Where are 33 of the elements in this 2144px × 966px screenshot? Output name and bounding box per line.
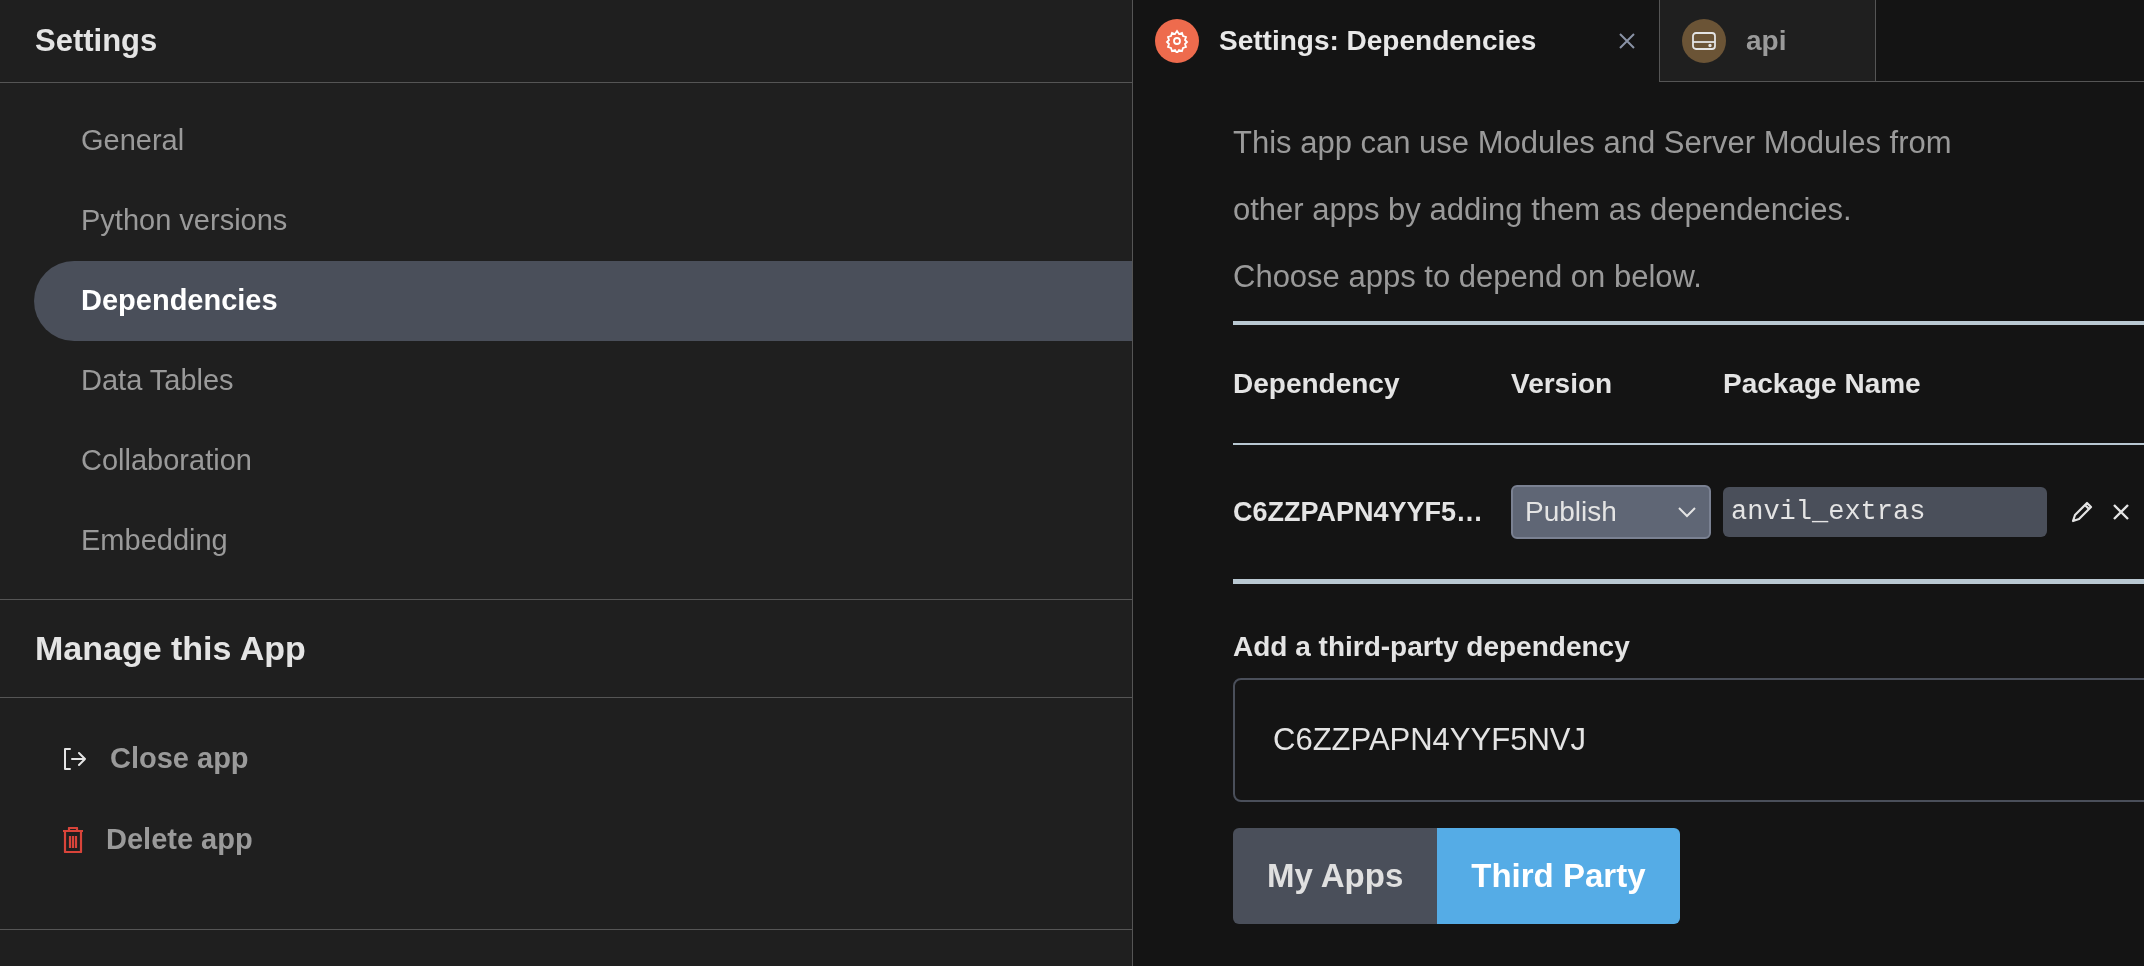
dependency-input[interactable]: C6ZZPAPN4YYF5NVJ (1233, 678, 2144, 802)
tab-label: api (1746, 23, 1787, 58)
column-header: Dependency (1233, 367, 1401, 401)
chevron-down-icon (1677, 506, 1697, 518)
sidebar-item[interactable]: Dependencies (34, 261, 1132, 341)
exit-icon (62, 746, 88, 771)
sidebar-item[interactable]: Embedding (34, 501, 1132, 581)
close-app-link[interactable]: Close app (110, 736, 249, 781)
pencil-icon[interactable] (2069, 499, 2095, 525)
sidebar-item[interactable]: Data Tables (34, 341, 1132, 421)
version-dropdown[interactable]: Publish (1511, 485, 1711, 539)
table-cell-text: C6ZZPAPN4YYF5… (1233, 495, 1485, 529)
trash-icon (62, 826, 84, 853)
sidebar-item[interactable]: Python versions (34, 181, 1132, 261)
close-icon[interactable] (1617, 31, 1637, 51)
package-name-field[interactable]: anvil_extras (1723, 487, 2047, 537)
sidebar-item[interactable]: Collaboration (34, 421, 1132, 501)
column-header: Package Name (1723, 367, 1922, 401)
field-label: Add a third-party dependency (1233, 630, 1631, 664)
gear-icon (1155, 19, 1199, 63)
tab-label: Settings: Dependencies (1219, 24, 1537, 58)
tab[interactable]: api (1659, 0, 1876, 82)
description-text: other apps by adding them as dependencies. (1233, 191, 1853, 230)
delete-app-link[interactable]: Delete app (106, 817, 253, 862)
sidebar-title: Settings (35, 21, 158, 60)
description-text: This app can use Modules and Server Modules from (1233, 124, 1953, 163)
sidebar-item[interactable]: General (34, 101, 1132, 181)
server-icon (1682, 18, 1726, 63)
description-text: Choose apps to depend on below. (1233, 258, 1703, 297)
section-title: Manage this App (35, 628, 306, 669)
source-toggle-button[interactable]: My Apps (1233, 828, 1438, 924)
remove-icon[interactable] (2111, 502, 2131, 522)
column-header: Version (1511, 367, 1614, 401)
